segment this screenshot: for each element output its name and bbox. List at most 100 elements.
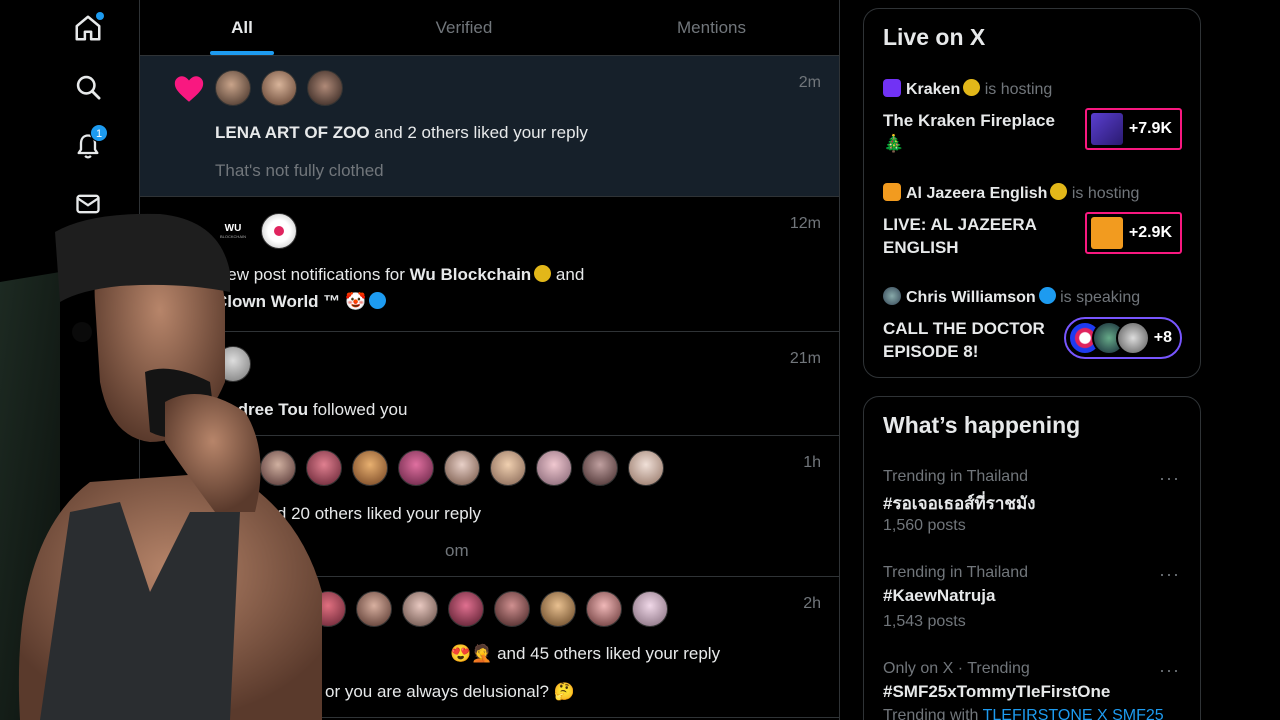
live-broadcast-title[interactable]: The Kraken Fireplace 🎄 [883,109,1073,155]
notification-text: 😍🤦 and 45 others liked your reply [450,644,720,664]
tab-verified[interactable]: Verified [344,0,584,55]
avatar[interactable] [352,450,388,486]
live-host-line[interactable]: Chris Williamson is speaking [883,287,1140,307]
host-name: Chris Williamson [906,289,1036,306]
trend-related: Trending with TLEFIRSTONE X SMF25 [883,707,1164,720]
live-viewer-badge[interactable]: +2.9K [1084,212,1182,254]
avatar[interactable] [398,450,434,486]
active-tab-indicator [210,51,274,55]
timestamp: 1h [803,454,821,471]
verified-gold-icon [963,79,981,96]
trend-name[interactable]: #KaewNatruja [883,586,995,606]
live-broadcast-title[interactable]: LIVE: AL JAZEERA ENGLISH [883,213,1073,259]
hosting-label: is hosting [1071,185,1140,202]
notification-count-badge: 1 [90,124,108,142]
trend-related-link[interactable]: TLEFIRSTONE X SMF25 [983,707,1164,720]
trend-post-count: 1,560 posts [883,517,966,534]
more-options-icon[interactable]: ··· [1159,564,1180,585]
space-listener-badge[interactable]: +8 [1063,317,1182,359]
reply-preview: or you are always delusional? 🤔 [325,682,575,701]
avatar[interactable] [444,450,480,486]
live-viewer-badge[interactable]: +7.9K [1084,108,1182,150]
avatar[interactable] [582,450,618,486]
timestamp: 2m [798,74,821,91]
more-options-icon[interactable]: ··· [1159,660,1180,681]
hosting-label: is speaking [1060,289,1141,306]
avatar[interactable] [536,450,572,486]
avatar[interactable] [632,591,668,627]
listener-count: +8 [1153,329,1172,346]
live-card-title: Live on X [883,24,986,50]
avatar[interactable] [586,591,622,627]
avatar[interactable] [215,70,251,106]
search-icon[interactable] [70,69,106,105]
tab-mentions[interactable]: Mentions [584,0,839,55]
avatar[interactable] [494,591,530,627]
tab-all-label: All [231,17,253,37]
timestamp: 12m [789,215,821,232]
host-name: Al Jazeera English [906,185,1048,202]
notification-action: followed you [308,400,408,419]
host-avatar [883,287,901,305]
avatar[interactable] [402,591,438,627]
tab-mentions-label: Mentions [677,17,746,37]
notification-item[interactable]: LENA ART OF ZOO and 2 others liked your … [140,56,839,197]
more-options-icon[interactable]: ··· [1159,468,1180,489]
viewer-count: +7.9K [1128,120,1172,137]
app-root: 1 All Verified Mentions LENA ART OF ZOO … [0,0,1280,720]
viewer-count: +2.9K [1128,224,1172,241]
live-on-x-card: Live on X Kraken is hosting The Kraken F… [863,8,1201,378]
broadcast-thumbnail [1090,113,1123,145]
home-unread-dot [96,12,104,20]
timestamp: 21m [789,350,821,367]
verified-gold-icon [1050,183,1068,200]
trend-name[interactable]: #SMF25xTommyTIeFirstOne [883,682,1110,702]
webcam-overlay [0,212,322,720]
liker-avatars [310,591,668,627]
avatar[interactable] [261,70,297,106]
actor-name[interactable]: LENA ART OF ZOO [215,123,370,142]
notification-action: and 45 others liked your reply [492,644,721,663]
trend-context: Only on X · Trending [883,660,1030,677]
live-host-line[interactable]: Kraken is hosting [883,79,1052,99]
live-host-line[interactable]: Al Jazeera English is hosting [883,183,1139,203]
verified-blue-icon [369,292,387,309]
notification-tabs: All Verified Mentions [140,0,839,56]
avatar[interactable] [448,591,484,627]
trend-related-label: Trending with [883,707,979,720]
verified-gold-icon [534,265,552,282]
tab-all[interactable]: All [140,0,344,55]
avatar[interactable] [307,70,343,106]
avatar[interactable] [540,591,576,627]
al-jazeera-logo-icon [883,183,901,201]
trend-context: Trending in Thailand [883,564,1028,581]
trend-name[interactable]: #รอเจอเธอส์ที่ราชมัง [883,490,1035,517]
reply-preview: That's not fully clothed [215,161,384,180]
host-name: Kraken [906,81,961,98]
heart-icon [174,76,204,102]
tab-verified-label: Verified [435,17,493,37]
streamer-silhouette [0,213,322,720]
timestamp: 2h [803,595,821,612]
trend-post-count: 1,543 posts [883,613,966,630]
account-name[interactable]: Wu Blockchain [410,265,532,284]
notification-text: LENA ART OF ZOO and 2 others liked your … [215,123,588,143]
whats-happening-card: What’s happening Trending in Thailand ··… [863,396,1201,720]
space-title[interactable]: CALL THE DOCTOR EPISODE 8! [883,317,1063,363]
hosting-label: is hosting [984,81,1053,98]
speaker-avatar [1115,321,1150,355]
verified-blue-icon [1038,287,1056,304]
clown-emoji: 🤡 [345,292,367,311]
reply-preview: om [445,541,469,560]
home-icon[interactable] [70,10,106,46]
avatar[interactable] [490,450,526,486]
kraken-logo-icon [883,79,901,97]
notification-action: and 2 others liked your reply [369,123,588,142]
broadcast-thumbnail [1090,217,1123,249]
avatar[interactable] [356,591,392,627]
reaction-emojis: 😍🤦 [450,644,493,663]
bell-icon[interactable]: 1 [70,124,108,164]
avatar[interactable] [628,450,664,486]
notification-suffix: and [551,265,585,284]
happening-title: What’s happening [883,412,1081,438]
